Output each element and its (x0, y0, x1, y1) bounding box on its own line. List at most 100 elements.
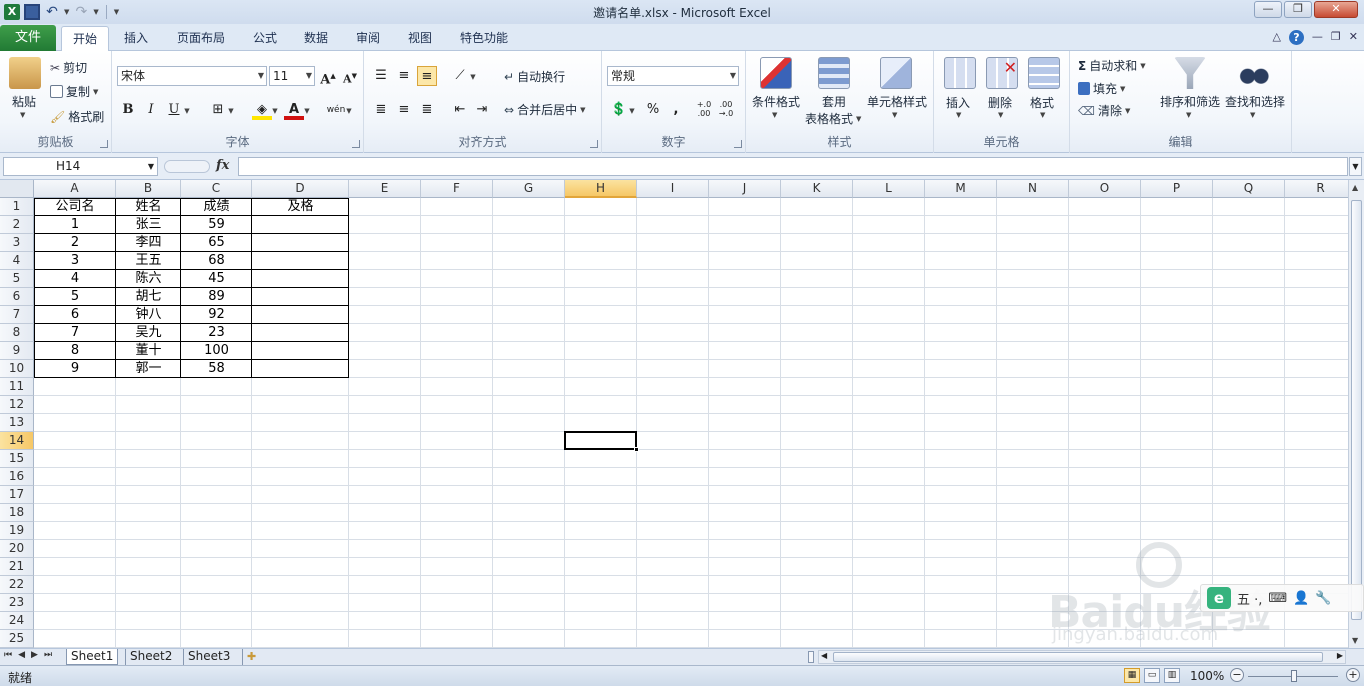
insert-cells-icon[interactable] (944, 57, 976, 89)
minimize-button[interactable]: — (1254, 1, 1282, 18)
table-cell[interactable] (252, 252, 349, 270)
table-cell[interactable] (252, 234, 349, 252)
clipboard-launcher-icon[interactable] (100, 140, 108, 148)
next-sheet-icon[interactable]: ▶ (31, 650, 38, 660)
fill-handle[interactable] (634, 447, 639, 452)
find-select-dropdown-icon[interactable]: ▼ (1250, 111, 1255, 119)
row-header[interactable]: 4 (0, 252, 34, 270)
borders-icon[interactable]: ⊞ (208, 100, 228, 120)
font-color-dropdown-icon[interactable]: ▼ (302, 100, 312, 120)
column-header[interactable]: G (493, 180, 565, 198)
column-header[interactable]: L (853, 180, 925, 198)
table-cell[interactable] (252, 270, 349, 288)
redo-icon[interactable]: ↷ (73, 4, 89, 20)
insert-sheet-icon[interactable]: ✚ (242, 649, 260, 665)
table-cell[interactable]: 陈六 (116, 270, 181, 288)
table-cell[interactable]: 6 (34, 306, 116, 324)
table-cell[interactable]: 59 (181, 216, 252, 234)
font-name-dropdown-icon[interactable]: ▼ (258, 67, 264, 85)
row-header[interactable]: 19 (0, 522, 34, 540)
row-header[interactable]: 9 (0, 342, 34, 360)
table-format-icon[interactable] (818, 57, 850, 89)
tab-review[interactable]: 审阅 (345, 26, 391, 51)
decrease-decimal-button[interactable]: .00 →.0 (716, 100, 736, 120)
fill-color-icon[interactable]: ◈ (252, 100, 272, 120)
row-header[interactable]: 25 (0, 630, 34, 648)
font-size-combo[interactable]: 11 ▼ (269, 66, 315, 86)
tab-view[interactable]: 视图 (397, 26, 443, 51)
worksheet-grid[interactable]: A B C D E F G H I J K L M N O P Q R 1 2 3 4 5 6 7 8 9 10 11 12 13 14 15 1… (0, 180, 1348, 648)
table-cell[interactable]: 89 (181, 288, 252, 306)
column-header[interactable]: A (34, 180, 116, 198)
orientation-icon[interactable]: ⟋ (450, 66, 470, 86)
prev-sheet-icon[interactable]: ◀ (18, 650, 25, 660)
row-header[interactable]: 20 (0, 540, 34, 558)
page-layout-view-icon[interactable]: ▭ (1144, 668, 1160, 683)
currency-dropdown-icon[interactable]: ▼ (627, 100, 637, 120)
restore-button[interactable]: ❐ (1284, 1, 1312, 18)
format-cells-button[interactable]: 格式 (1030, 94, 1054, 111)
row-header[interactable]: 22 (0, 576, 34, 594)
row-header[interactable]: 5 (0, 270, 34, 288)
ime-mode-text[interactable]: 五 ·, (1237, 589, 1262, 608)
expand-formula-icon[interactable]: ▼ (1349, 157, 1362, 176)
zoom-level[interactable]: 100% (1190, 669, 1224, 683)
table-cell[interactable]: 3 (34, 252, 116, 270)
column-header[interactable]: J (709, 180, 781, 198)
table-cell[interactable]: 23 (181, 324, 252, 342)
tab-special-features[interactable]: 特色功能 (449, 26, 519, 51)
font-launcher-icon[interactable] (352, 140, 360, 148)
wrench-icon[interactable]: 🔧 (1315, 591, 1331, 606)
column-header[interactable]: B (116, 180, 181, 198)
table-cell[interactable] (252, 288, 349, 306)
row-header[interactable]: 8 (0, 324, 34, 342)
conditional-format-button[interactable]: 条件格式 (752, 93, 800, 110)
workbook-minimize-icon[interactable]: — (1312, 30, 1323, 45)
phonetic-icon[interactable]: wén (326, 100, 346, 120)
table-cell[interactable]: 郭一 (116, 360, 181, 378)
align-center-icon[interactable]: ≡ (394, 100, 414, 120)
merge-center-button[interactable]: ⇔ 合并后居中 ▼ (504, 101, 585, 118)
cut-button[interactable]: ✂ 剪切 (50, 59, 87, 76)
underline-button[interactable]: U (164, 100, 184, 120)
table-cell[interactable]: 7 (34, 324, 116, 342)
table-cell[interactable] (252, 216, 349, 234)
sheet-tab-sheet3[interactable]: Sheet3 (183, 649, 234, 665)
row-header[interactable]: 23 (0, 594, 34, 612)
orientation-dropdown-icon[interactable]: ▼ (468, 66, 478, 86)
column-header[interactable]: F (421, 180, 493, 198)
ime-logo-icon[interactable]: e (1207, 587, 1231, 609)
column-header[interactable]: H (565, 180, 637, 198)
font-name-combo[interactable]: 宋体 ▼ (117, 66, 267, 86)
keyboard-icon[interactable]: ⌨ (1268, 591, 1287, 606)
table-cell[interactable] (252, 342, 349, 360)
table-cell[interactable]: 8 (34, 342, 116, 360)
column-header[interactable]: R (1285, 180, 1348, 198)
first-sheet-icon[interactable]: ⏮ (4, 650, 12, 660)
tab-split-handle[interactable] (808, 651, 814, 663)
excel-logo-icon[interactable]: X (4, 4, 20, 20)
table-cell[interactable]: 李四 (116, 234, 181, 252)
help-icon[interactable]: ? (1288, 30, 1304, 45)
tab-page-layout[interactable]: 页面布局 (166, 26, 236, 51)
table-cell[interactable]: 92 (181, 306, 252, 324)
phonetic-dropdown-icon[interactable]: ▼ (344, 100, 354, 120)
wrap-text-button[interactable]: ↵ 自动换行 (504, 68, 565, 85)
table-cell[interactable]: 2 (34, 234, 116, 252)
table-header-cell[interactable]: 公司名 (34, 198, 116, 216)
column-header[interactable]: P (1141, 180, 1213, 198)
sheet-tab-sheet2[interactable]: Sheet2 (125, 649, 176, 665)
autosum-button[interactable]: Σ 自动求和 ▼ (1078, 57, 1146, 74)
comma-button[interactable]: , (666, 100, 686, 120)
scroll-up-icon[interactable]: ▲ (1352, 183, 1358, 192)
table-format-label-1[interactable]: 套用 (822, 93, 846, 110)
column-header[interactable]: N (997, 180, 1069, 198)
insert-cells-dropdown-icon[interactable]: ▼ (956, 111, 961, 119)
ime-toolbar[interactable]: e 五 ·, ⌨ 👤 🔧 (1200, 584, 1364, 612)
table-cell[interactable]: 9 (34, 360, 116, 378)
delete-cells-button[interactable]: 删除 (988, 94, 1012, 111)
cell-styles-button[interactable]: 单元格样式 (867, 93, 927, 110)
file-tab[interactable]: 文件 (0, 25, 56, 51)
align-left-icon[interactable]: ≣ (371, 100, 391, 120)
table-cell[interactable]: 吴九 (116, 324, 181, 342)
